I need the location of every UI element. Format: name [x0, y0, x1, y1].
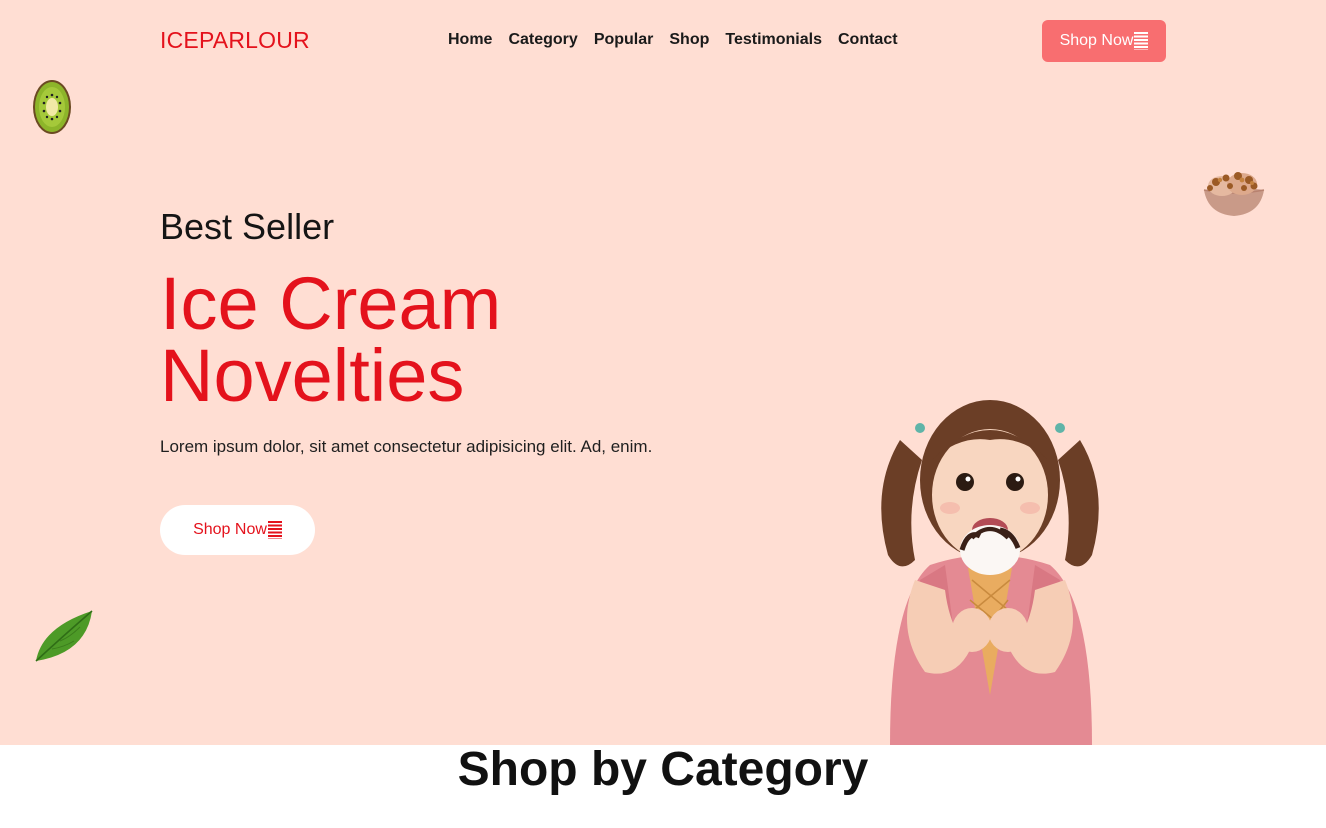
hero-eyebrow: Best Seller — [160, 206, 335, 247]
nav-shop[interactable]: Shop — [669, 31, 709, 49]
nav-category[interactable]: Category — [508, 31, 577, 49]
hero-description: Lorem ipsum dolor, sit amet consectetur … — [160, 437, 653, 456]
leaf-image — [35, 610, 93, 662]
nav-contact[interactable]: Contact — [838, 31, 898, 49]
nav-popular[interactable]: Popular — [594, 31, 654, 49]
cart-icon — [267, 521, 282, 539]
ice-cream-bowl-image — [1203, 172, 1265, 216]
header-shop-now-label: Shop Now — [1059, 32, 1134, 49]
nav-home[interactable]: Home — [448, 31, 492, 49]
main-nav: Home Category Popular Shop Testimonials … — [448, 31, 898, 49]
girl-eating-ice-cream-image — [881, 400, 1099, 745]
header-shop-now-button[interactable]: Shop Now — [1042, 20, 1166, 62]
cart-icon — [1134, 32, 1149, 50]
hero-headline-line1: Ice Cream — [160, 262, 502, 345]
kiwi-image — [33, 80, 71, 134]
hero-shop-now-button[interactable]: Shop Now — [160, 505, 315, 555]
hero-shop-now-label: Shop Now — [193, 521, 267, 538]
hero-headline-line2: Novelties — [160, 334, 465, 417]
hero-section: ICEPARLOUR Home Category Popular Shop Te… — [0, 0, 1326, 745]
nav-testimonials[interactable]: Testimonials — [725, 31, 822, 49]
brand-logo[interactable]: ICEPARLOUR — [160, 27, 310, 54]
hero-headline: Ice Cream Novelties — [160, 267, 720, 413]
section-title: Shop by Category — [457, 743, 869, 796]
